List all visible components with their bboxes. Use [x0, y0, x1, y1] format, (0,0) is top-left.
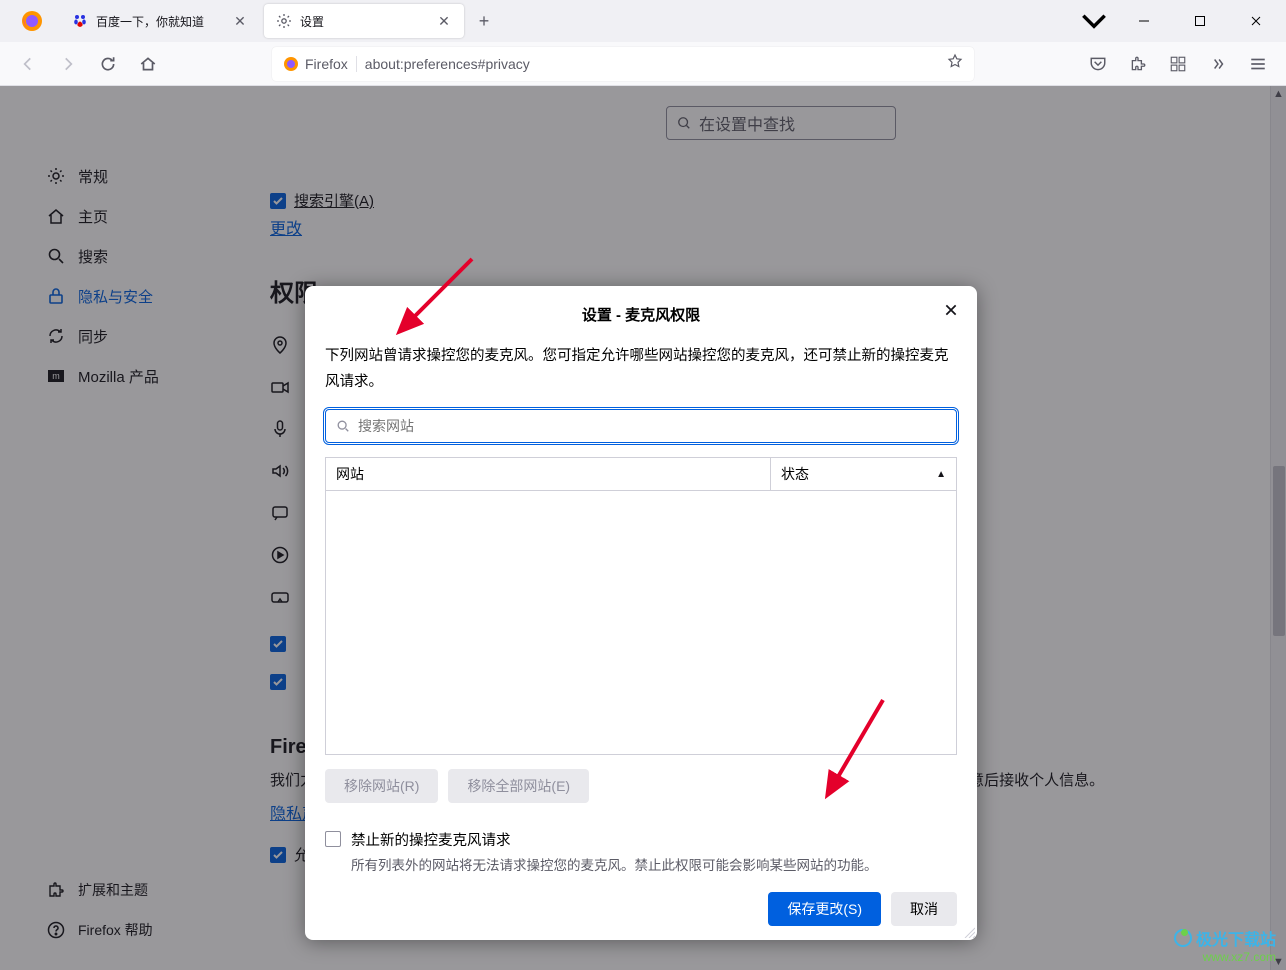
categories-icon[interactable] — [1162, 48, 1194, 80]
microphone-permissions-dialog: 设置 - 麦克风权限 下列网站曾请求操控您的麦克风。您可指定允许哪些网站操控您的… — [305, 286, 977, 940]
remove-all-sites-button[interactable]: 移除全部网站(E) — [448, 769, 589, 803]
app-menu-icon[interactable] — [1242, 48, 1274, 80]
reload-button[interactable] — [92, 48, 124, 80]
dialog-close-button[interactable] — [939, 298, 963, 322]
th-website[interactable]: 网站 — [326, 458, 770, 490]
tab-list-chevron-icon[interactable] — [1078, 5, 1110, 37]
close-window-button[interactable] — [1234, 5, 1278, 37]
remove-site-button[interactable]: 移除网站(R) — [325, 769, 438, 803]
extensions-icon[interactable] — [1122, 48, 1154, 80]
titlebar: 百度一下，你就知道 ✕ 设置 ✕ + — [0, 0, 1286, 42]
watermark-text: 极光下载站 — [1196, 926, 1276, 950]
block-new-label: 禁止新的操控麦克风请求 — [351, 829, 878, 850]
resize-grip-icon[interactable] — [961, 924, 975, 938]
dialog-search-input[interactable] — [325, 409, 957, 443]
save-changes-button[interactable]: 保存更改(S) — [768, 892, 881, 926]
back-button[interactable] — [12, 48, 44, 80]
tab-settings[interactable]: 设置 ✕ — [264, 4, 464, 38]
new-tab-button[interactable]: + — [468, 5, 500, 37]
block-new-sublabel: 所有列表外的网站将无法请求操控您的麦克风。禁止此权限可能会影响某些网站的功能。 — [351, 854, 878, 874]
gear-icon — [276, 13, 292, 29]
tab-title: 设置 — [300, 13, 436, 30]
navbar: Firefox about:preferences#privacy — [0, 42, 1286, 86]
dialog-title: 设置 - 麦克风权限 — [325, 304, 957, 325]
bookmark-star-icon[interactable] — [947, 53, 963, 74]
minimize-button[interactable] — [1122, 5, 1166, 37]
search-icon — [336, 419, 350, 433]
close-icon[interactable]: ✕ — [436, 13, 452, 29]
firefox-logo-icon — [20, 9, 44, 33]
url-text: about:preferences#privacy — [365, 56, 947, 72]
url-bar[interactable]: Firefox about:preferences#privacy — [272, 47, 974, 81]
identity-label: Firefox — [305, 56, 357, 72]
dialog-description: 下列网站曾请求操控您的麦克风。您可指定允许哪些网站操控您的麦克风，还可禁止新的操… — [325, 343, 957, 395]
tab-baidu[interactable]: 百度一下，你就知道 ✕ — [60, 4, 260, 38]
permissions-table: 网站 状态▲ — [325, 457, 957, 755]
firefox-identity-icon — [283, 56, 299, 72]
overflow-icon[interactable] — [1202, 48, 1234, 80]
baidu-favicon-icon — [72, 13, 88, 29]
cancel-button[interactable]: 取消 — [891, 892, 957, 926]
settings-page: 常规 主页 搜索 隐私与安全 同步 mMozilla 产品 扩展和主题 Fire… — [0, 86, 1286, 970]
close-icon[interactable]: ✕ — [232, 13, 248, 29]
tab-title: 百度一下，你就知道 — [96, 13, 232, 30]
sort-indicator-icon: ▲ — [936, 469, 946, 480]
home-button[interactable] — [132, 48, 164, 80]
th-status[interactable]: 状态▲ — [770, 458, 956, 490]
table-header: 网站 状态▲ — [326, 458, 956, 491]
watermark-logo-icon — [1174, 929, 1192, 947]
watermark: 极光下载站 www.xz7.com — [1174, 926, 1276, 964]
block-new-checkbox[interactable] — [325, 831, 341, 847]
forward-button[interactable] — [52, 48, 84, 80]
watermark-url: www.xz7.com — [1174, 950, 1276, 964]
pocket-icon[interactable] — [1082, 48, 1114, 80]
dialog-search-field[interactable] — [358, 418, 946, 434]
maximize-button[interactable] — [1178, 5, 1222, 37]
